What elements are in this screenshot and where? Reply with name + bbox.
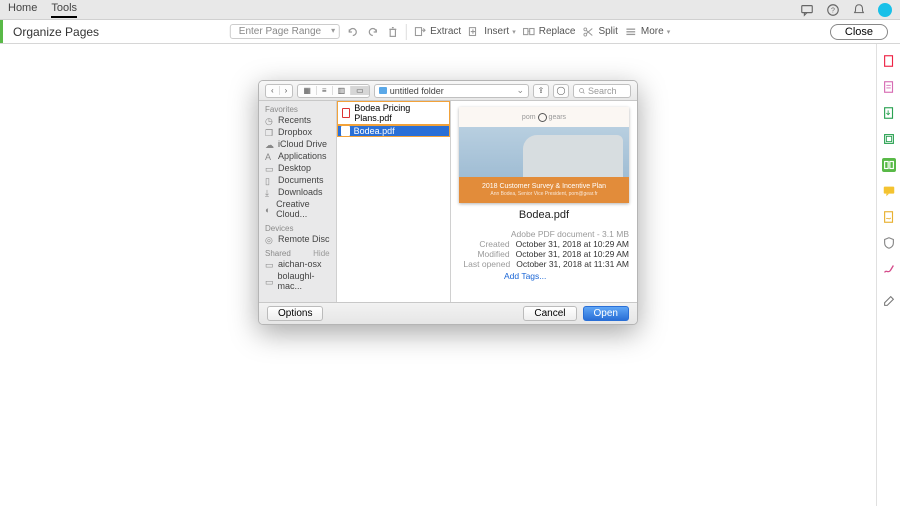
comment-icon[interactable] bbox=[882, 184, 896, 198]
dialog-sidebar: Favorites ◷Recents ❒Dropbox ☁iCloud Driv… bbox=[259, 101, 337, 302]
file-row[interactable]: Bodea Pricing Plans.pdf bbox=[337, 101, 450, 125]
chat-icon[interactable] bbox=[800, 3, 814, 17]
bell-icon[interactable] bbox=[852, 3, 866, 17]
protect-icon[interactable] bbox=[882, 236, 896, 250]
close-button[interactable]: Close bbox=[830, 24, 888, 40]
page-range-input[interactable]: Enter Page Range bbox=[230, 24, 340, 39]
cancel-button[interactable]: Cancel bbox=[523, 306, 576, 321]
more-tools-icon[interactable] bbox=[882, 294, 896, 308]
extract-button[interactable]: Extract bbox=[413, 25, 461, 39]
more-button[interactable]: More▾ bbox=[624, 25, 670, 39]
computer-icon: ▭ bbox=[265, 277, 274, 286]
search-field[interactable]: Search bbox=[573, 84, 631, 98]
file-open-dialog: ‹› ▦≡▥▭ untitled folder ⌄ ⇪ ◯ Search Fav… bbox=[258, 80, 638, 325]
view-mode-buttons[interactable]: ▦≡▥▭ bbox=[297, 84, 369, 98]
rotate-ccw-icon[interactable] bbox=[346, 25, 360, 39]
sidebar-desktop[interactable]: ▭Desktop bbox=[265, 162, 330, 174]
avatar[interactable] bbox=[878, 3, 892, 17]
computer-icon: ▭ bbox=[265, 260, 274, 269]
tab-tools[interactable]: Tools bbox=[51, 2, 77, 18]
right-rail bbox=[876, 44, 900, 506]
devices-label: Devices bbox=[265, 224, 330, 233]
extract-icon bbox=[413, 25, 427, 39]
shared-label: SharedHide bbox=[265, 249, 330, 258]
apps-icon: A bbox=[265, 152, 274, 161]
sidebar-downloads[interactable]: ⤓Downloads bbox=[265, 186, 330, 198]
app-topbar: Home Tools ? bbox=[0, 0, 900, 20]
sidebar-dropbox[interactable]: ❒Dropbox bbox=[265, 126, 330, 138]
insert-icon bbox=[467, 25, 481, 39]
create-pdf-icon[interactable] bbox=[882, 54, 896, 68]
preview-thumbnail: pomgears 2018 Customer Survey & Incentiv… bbox=[459, 107, 629, 203]
share-button[interactable]: ⇪ bbox=[533, 84, 549, 98]
svg-text:?: ? bbox=[831, 7, 835, 14]
sidebar-remote-disc[interactable]: ◎Remote Disc bbox=[265, 233, 330, 245]
split-icon bbox=[581, 25, 595, 39]
file-list: Bodea Pricing Plans.pdf Bodea.pdf bbox=[337, 101, 451, 302]
sidebar-shared-2[interactable]: ▭bolaughl-mac... bbox=[265, 270, 330, 292]
split-button[interactable]: Split bbox=[581, 25, 617, 39]
options-button[interactable]: Options bbox=[267, 306, 323, 321]
file-preview: pomgears 2018 Customer Survey & Incentiv… bbox=[451, 101, 637, 302]
pdf-icon bbox=[341, 126, 350, 136]
desktop-icon: ▭ bbox=[265, 164, 274, 173]
add-tags-link[interactable]: Add Tags... bbox=[504, 271, 546, 281]
folder-icon bbox=[379, 87, 387, 94]
organize-icon[interactable] bbox=[882, 158, 896, 172]
sidebar-recents[interactable]: ◷Recents bbox=[265, 114, 330, 126]
dropbox-icon: ❒ bbox=[265, 128, 274, 137]
documents-icon: ▯ bbox=[265, 176, 274, 185]
open-button[interactable]: Open bbox=[583, 306, 629, 321]
export-pdf-icon[interactable] bbox=[882, 106, 896, 120]
top-tabs: Home Tools bbox=[8, 2, 77, 18]
help-icon[interactable]: ? bbox=[826, 3, 840, 17]
trash-icon[interactable] bbox=[386, 25, 400, 39]
replace-button[interactable]: Replace bbox=[522, 25, 576, 39]
sidebar-shared-1[interactable]: ▭aichan-osx bbox=[265, 258, 330, 270]
downloads-icon: ⤓ bbox=[265, 188, 274, 197]
preview-filename: Bodea.pdf bbox=[519, 209, 569, 221]
sidebar-applications[interactable]: AApplications bbox=[265, 150, 330, 162]
cloud-icon: ☁ bbox=[265, 140, 274, 149]
tags-button[interactable]: ◯ bbox=[553, 84, 569, 98]
sidebar-documents[interactable]: ▯Documents bbox=[265, 174, 330, 186]
insert-button[interactable]: Insert▾ bbox=[467, 25, 516, 39]
edit-pdf-icon[interactable] bbox=[882, 80, 896, 94]
cc-icon: ◐ bbox=[265, 205, 272, 214]
dialog-toolbar: ‹› ▦≡▥▭ untitled folder ⌄ ⇪ ◯ Search bbox=[259, 81, 637, 101]
hide-shared[interactable]: Hide bbox=[313, 249, 329, 258]
fill-sign-icon[interactable] bbox=[882, 210, 896, 224]
sidebar-creativecloud[interactable]: ◐Creative Cloud... bbox=[265, 198, 330, 220]
replace-icon bbox=[522, 25, 536, 39]
disc-icon: ◎ bbox=[265, 235, 274, 244]
sign-icon[interactable] bbox=[882, 262, 896, 276]
recents-icon: ◷ bbox=[265, 116, 274, 125]
location-dropdown[interactable]: untitled folder ⌄ bbox=[374, 84, 529, 98]
dialog-footer: Options Cancel Open bbox=[259, 302, 637, 324]
file-row[interactable]: Bodea.pdf bbox=[337, 125, 450, 137]
preview-doctype: Adobe PDF document - 3.1 MB bbox=[511, 229, 629, 239]
compress-icon[interactable] bbox=[882, 132, 896, 146]
tool-subbar: Organize Pages Enter Page Range Extract … bbox=[0, 20, 900, 44]
more-icon bbox=[624, 25, 638, 39]
pdf-icon bbox=[342, 108, 351, 118]
page-title: Organize Pages bbox=[0, 20, 109, 43]
rotate-cw-icon[interactable] bbox=[366, 25, 380, 39]
favorites-label: Favorites bbox=[265, 105, 330, 114]
sidebar-icloud[interactable]: ☁iCloud Drive bbox=[265, 138, 330, 150]
tab-home[interactable]: Home bbox=[8, 2, 37, 18]
nav-back-forward[interactable]: ‹› bbox=[265, 84, 293, 98]
search-icon bbox=[578, 87, 586, 95]
